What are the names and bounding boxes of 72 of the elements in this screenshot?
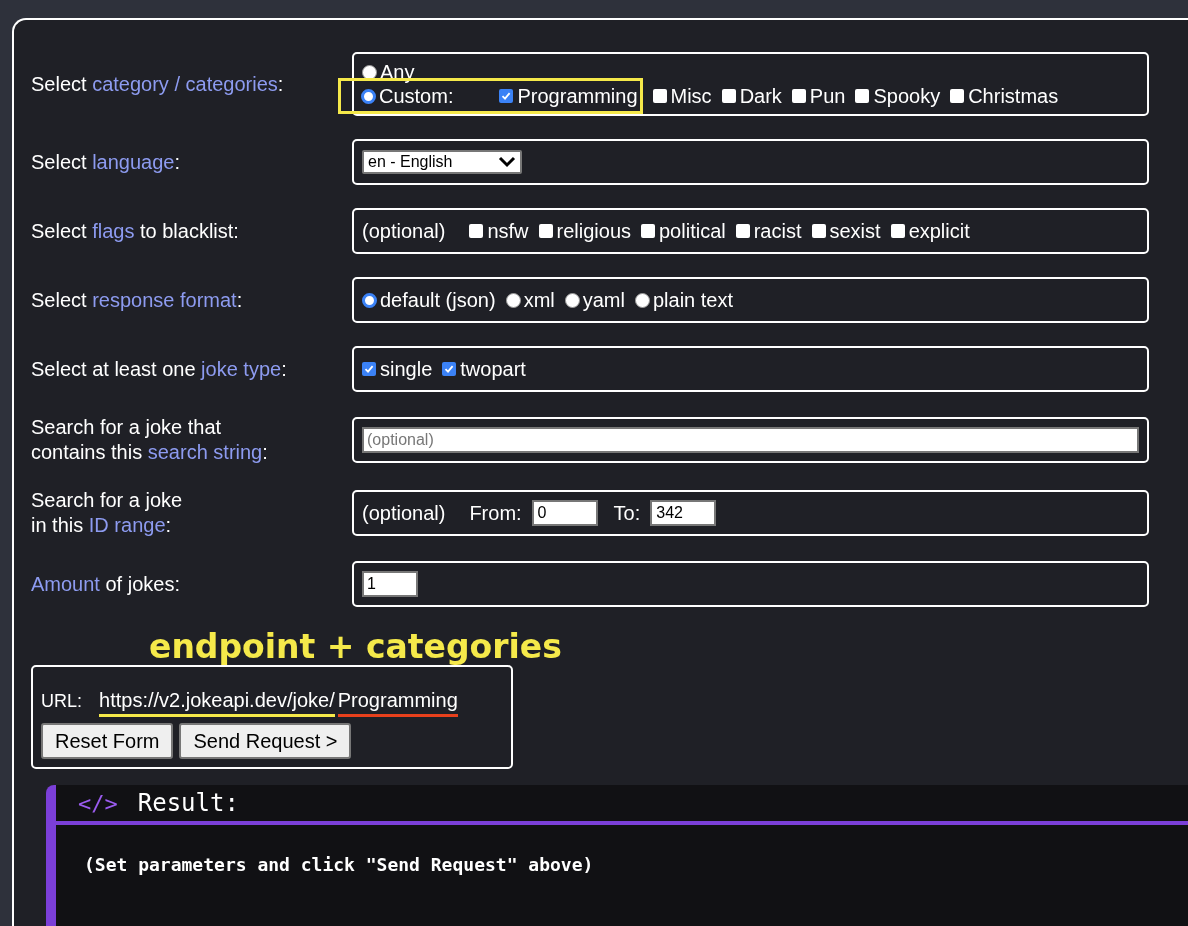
checkbox[interactable]	[735, 224, 750, 238]
checkbox[interactable]	[855, 89, 870, 103]
option-label: sexist	[829, 219, 881, 243]
checkbox[interactable]	[950, 89, 965, 103]
radio-button[interactable]	[634, 292, 650, 308]
radio-button[interactable]	[361, 88, 376, 104]
field-label: Select category / categories:	[31, 71, 285, 97]
checkbox[interactable]	[641, 224, 655, 238]
field-label: Select response format:	[31, 287, 244, 313]
field-label: Select at least one joke type:	[31, 356, 288, 382]
checkbox[interactable]	[890, 224, 905, 238]
option-label: Programming	[517, 84, 638, 108]
field-label: Select language:	[31, 149, 182, 175]
docs-link[interactable]: joke type	[201, 357, 282, 380]
option-label: nsfw	[487, 219, 529, 243]
checkbox[interactable]	[538, 224, 553, 238]
checkbox[interactable]	[442, 362, 457, 376]
optional-note: (optional)	[362, 219, 446, 243]
send-button[interactable]: Send Request >	[179, 723, 352, 759]
docs-link[interactable]: language	[92, 150, 175, 173]
radio-button[interactable]	[362, 292, 377, 308]
field-label: Select flags to blacklist:	[31, 218, 240, 244]
docs-link[interactable]: ID range	[88, 514, 166, 536]
option-label: single	[380, 357, 433, 381]
search-field[interactable]: (optional)	[362, 427, 1139, 453]
option-label: Spooky	[873, 84, 941, 108]
field-label: Search for a joke in this ID range:	[31, 488, 184, 538]
number-field[interactable]: 342	[650, 500, 717, 526]
checkbox[interactable]	[791, 89, 806, 103]
reset-button[interactable]: Reset Form	[41, 723, 174, 759]
option-label: Custom:	[379, 84, 454, 108]
checkbox[interactable]	[721, 89, 736, 103]
option-label: xml	[523, 288, 555, 312]
checkbox[interactable]	[499, 89, 514, 103]
checkbox[interactable]	[811, 224, 826, 238]
checkbox[interactable]	[362, 362, 376, 376]
number-field[interactable]: 0	[531, 500, 598, 526]
language-select[interactable]: en - English	[362, 150, 522, 174]
option-label: default (json)	[380, 288, 496, 312]
checkbox[interactable]	[469, 224, 484, 238]
result-title: Result:	[137, 788, 239, 819]
optional-note: (optional)	[362, 501, 446, 525]
option-label: yaml	[582, 288, 625, 312]
field-label: Search for a joke that contains this search string:	[31, 415, 269, 465]
url-text: https://v2.jokeapi.dev/joke/Programming	[99, 685, 458, 715]
option-label: Dark	[739, 84, 782, 108]
field-label: From:	[469, 501, 522, 525]
field-label: Amount of jokes:	[31, 571, 181, 597]
option-label: racist	[753, 219, 802, 243]
code-icon: </>	[78, 786, 118, 820]
docs-link[interactable]: category / categories	[92, 72, 278, 95]
checkbox[interactable]	[652, 89, 667, 103]
option-label: Pun	[809, 84, 846, 108]
docs-link[interactable]: response format	[92, 288, 237, 311]
option-label: religious	[556, 219, 631, 243]
radio-button[interactable]	[564, 292, 580, 308]
option-label: twopart	[460, 357, 526, 381]
url-label: URL:	[41, 690, 82, 713]
option-label: plain text	[652, 288, 734, 312]
amount-field[interactable]: 1	[362, 571, 418, 597]
result-message: (Set parameters and click "Send Request" above)	[83, 853, 595, 877]
docs-link[interactable]: search string	[147, 441, 263, 463]
field-label: To:	[613, 501, 641, 525]
option-label: political	[659, 219, 726, 243]
annotation-text: endpoint + categories	[149, 627, 563, 667]
option-label: Christmas	[968, 84, 1059, 108]
option-label: explicit	[908, 219, 970, 243]
radio-button[interactable]	[505, 292, 521, 308]
option-label: Misc	[670, 84, 712, 108]
docs-link[interactable]: flags	[92, 219, 135, 242]
chevron-down-icon	[498, 156, 516, 168]
docs-link[interactable]: Amount	[31, 572, 100, 595]
